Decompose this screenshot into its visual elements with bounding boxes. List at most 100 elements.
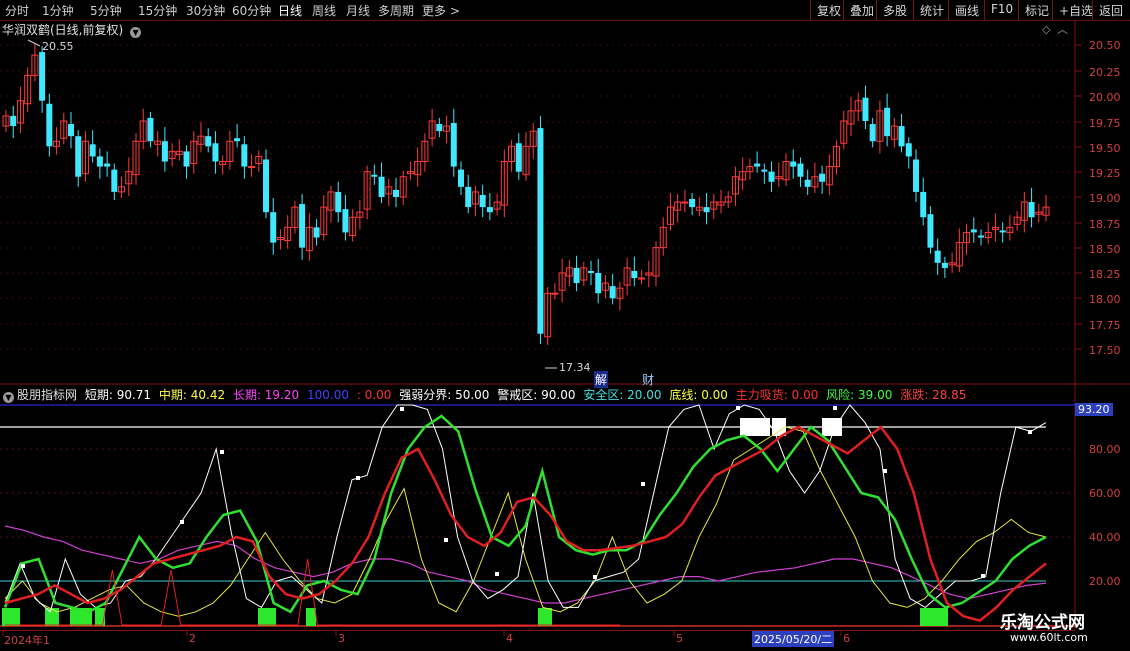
main-force-block [2, 608, 20, 626]
short-term-marker [833, 406, 837, 410]
candle-body [241, 144, 248, 167]
candle-body [104, 163, 111, 167]
candle-body [335, 191, 342, 213]
candle-body [378, 176, 385, 197]
short-term-marker [356, 476, 360, 480]
y-tick: 17.75 [1089, 319, 1121, 332]
risk-line [3, 414, 1047, 614]
candle-body [551, 292, 559, 295]
candle-body [681, 201, 689, 204]
candle-body [941, 262, 948, 268]
candle-body [797, 163, 804, 177]
candle-body [263, 159, 269, 213]
candle-body [754, 163, 761, 167]
x-label: 2024年1 [4, 634, 50, 647]
short-term-marker [180, 520, 184, 524]
legend-mid: 中期: 40.42 [158, 388, 226, 402]
candle-body [515, 143, 522, 172]
short-term-marker [400, 407, 404, 411]
candle-body [10, 115, 17, 127]
short-term-marker [1028, 430, 1032, 434]
y-tick: 17.50 [1089, 344, 1121, 357]
candle-body [299, 204, 306, 248]
candle-body [486, 207, 493, 213]
candle-body [1028, 202, 1035, 218]
candle-body [205, 136, 212, 147]
candle-body [761, 169, 768, 172]
indicator-name[interactable]: 股朋指标网 [17, 388, 77, 402]
low-price-label: 17.34 [559, 361, 591, 374]
candle-body [588, 270, 594, 273]
short-term-marker [641, 482, 645, 486]
ind-y-tick: 20.00 [1089, 575, 1121, 588]
candle-body [970, 229, 977, 233]
x-label: 4 [506, 632, 513, 645]
legend-safe: 安全区: 20.00 [583, 388, 662, 402]
main-force-block [306, 608, 316, 626]
indicator-menu-icon[interactable]: ▼ [3, 392, 14, 403]
legend-main-force: 主力吸货: 0.00 [735, 388, 819, 402]
candle-body [465, 186, 472, 208]
legend-risk: 风险: 39.00 [826, 388, 893, 402]
candle-body [920, 191, 927, 218]
candle-body [884, 107, 891, 137]
candle-body [89, 144, 96, 157]
candle-body [111, 169, 118, 192]
main-force-block [45, 608, 59, 626]
y-tick: 18.50 [1089, 243, 1121, 256]
candle-body [573, 267, 580, 284]
legend-long: 长期: 19.20 [232, 388, 300, 402]
candle-body [804, 179, 811, 187]
candle-body [703, 207, 710, 213]
brand-watermark: 乐淘公式网 [1000, 613, 1085, 633]
y-tick: 19.00 [1089, 192, 1121, 205]
y-tick: 20.25 [1089, 66, 1121, 79]
candle-body [46, 103, 53, 147]
indicator-legend: ▼ 股朋指标网 短期: 90.71 中期: 40.42 长期: 19.20 100… [0, 386, 1075, 403]
short-term-marker [883, 469, 887, 473]
candle-body [450, 123, 457, 167]
legend-divide: 强弱分界: 50.00 [399, 388, 490, 402]
short-term-marker [981, 574, 985, 578]
crosshair-date-tag: 2025/05/20/二 [752, 631, 835, 647]
risk-block [740, 418, 770, 436]
main-force-block [920, 608, 948, 626]
short-term-marker [220, 450, 224, 454]
legend-100: 100.00 [306, 388, 349, 402]
short-term-marker [21, 564, 25, 568]
ind-y-tick: 60.00 [1089, 487, 1121, 500]
short-term-marker [495, 572, 499, 576]
chevron-up-icon[interactable]: ︿ [1057, 23, 1068, 36]
candle-body [96, 156, 103, 167]
current-value-tag: 93.20 [1075, 403, 1113, 416]
candle-body [39, 52, 46, 101]
y-tick: 18.25 [1089, 268, 1121, 281]
x-label: 2 [189, 632, 196, 645]
candle-body [183, 151, 190, 167]
x-label: 3 [338, 632, 345, 645]
candle-body [768, 171, 775, 182]
candle-body [913, 159, 919, 192]
candle-body [161, 141, 168, 162]
candlesticks [2, 42, 1050, 345]
y-tick: 20.50 [1089, 39, 1121, 52]
main-force-blocks [2, 608, 948, 626]
diamond-icon[interactable]: ◇ [1042, 23, 1051, 36]
ind-y-tick: 80.00 [1089, 443, 1121, 456]
candle-body [905, 143, 912, 157]
y-tick: 19.25 [1089, 167, 1121, 180]
candle-body [927, 214, 934, 248]
candle-body [234, 138, 241, 142]
candle-body [790, 161, 797, 167]
high-price-label: 20.55 [42, 40, 74, 53]
brand-url: www.60lt.com [1010, 631, 1088, 644]
candle-body [898, 126, 905, 147]
y-tick: 20.00 [1089, 91, 1121, 104]
y-tick: 18.75 [1089, 218, 1121, 231]
candle-body [371, 174, 378, 177]
candle-body [537, 128, 544, 334]
candle-body [999, 230, 1006, 233]
x-axis: 2024年1 2 3 4 5 6 [0, 630, 1075, 651]
candle-body [75, 136, 82, 177]
candle-body [638, 277, 646, 280]
